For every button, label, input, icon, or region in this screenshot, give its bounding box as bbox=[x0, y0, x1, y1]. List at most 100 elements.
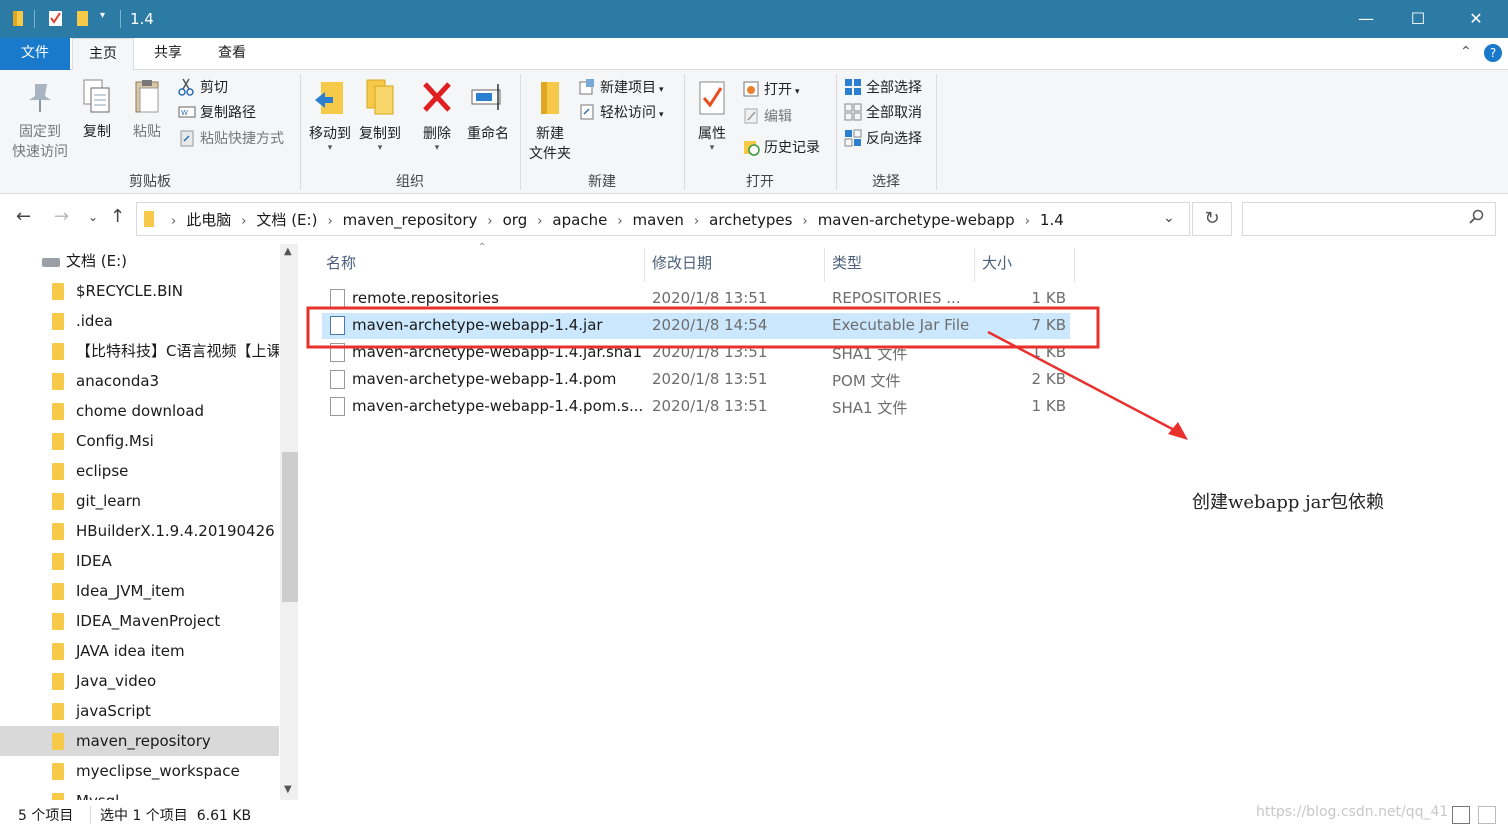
forward-arrow-icon[interactable]: → bbox=[54, 206, 69, 227]
new-item-button[interactable]: 新建项目 ▾ bbox=[578, 76, 664, 100]
nav-tree-item[interactable]: myeclipse_workspace bbox=[0, 756, 279, 786]
paste-button[interactable]: 粘贴 bbox=[126, 78, 168, 142]
nav-tree-item[interactable]: javaScript bbox=[0, 696, 279, 726]
address-bar[interactable]: › 此电脑 › 文档 (E:) › maven_repository › org › apache… bbox=[136, 202, 1190, 236]
history-button[interactable]: 历史记录 bbox=[742, 136, 820, 160]
nav-tree-item-label: Config.Msi bbox=[76, 432, 154, 450]
paste-shortcut-button[interactable]: 粘贴快捷方式 bbox=[178, 127, 284, 151]
nav-tree-item[interactable]: 【比特科技】C语言视频【上课 bbox=[0, 336, 279, 366]
select-none-button[interactable]: 全部取消 bbox=[844, 101, 922, 125]
breadcrumb-maven[interactable]: maven bbox=[633, 211, 684, 229]
nav-tree-item[interactable]: $RECYCLE.BIN bbox=[0, 276, 279, 306]
folder-icon bbox=[52, 733, 64, 750]
copy-to-button[interactable]: 复制到 ▾ bbox=[356, 78, 404, 153]
breadcrumb-1-4[interactable]: 1.4 bbox=[1040, 211, 1064, 229]
nav-tree-item[interactable]: chome download bbox=[0, 396, 279, 426]
nav-tree-item[interactable]: git_learn bbox=[0, 486, 279, 516]
breadcrumb-maven-repository[interactable]: maven_repository bbox=[343, 211, 478, 229]
nav-tree-item[interactable]: JAVA idea item bbox=[0, 636, 279, 666]
cut-button[interactable]: 剪切 bbox=[178, 76, 228, 100]
breadcrumb-this-pc[interactable]: 此电脑 bbox=[186, 211, 231, 229]
pin-label-2: 快速访问 bbox=[12, 144, 68, 160]
folder-icon bbox=[52, 433, 64, 450]
move-to-button[interactable]: 移动到 ▾ bbox=[306, 78, 354, 153]
nav-tree-item[interactable]: IDEA bbox=[0, 546, 279, 576]
ribbon: 固定到 快速访问 复制 粘贴 剪切 W 复制路径 粘贴快捷方式 剪贴板 移动到 ▾… bbox=[0, 70, 1508, 194]
folder-icon bbox=[52, 463, 64, 480]
nav-tree-item[interactable]: Mysql bbox=[0, 786, 279, 800]
delete-button[interactable]: 删除 ▾ bbox=[416, 78, 458, 153]
help-icon[interactable]: ? bbox=[1484, 44, 1502, 62]
rename-button[interactable]: 重命名 bbox=[462, 78, 514, 144]
divider bbox=[120, 10, 121, 28]
annotation-arrowhead bbox=[1168, 422, 1188, 440]
refresh-button[interactable]: ↻ bbox=[1192, 202, 1232, 236]
breadcrumb-org[interactable]: org bbox=[503, 211, 528, 229]
breadcrumb-separator: › bbox=[241, 214, 247, 229]
close-button[interactable]: ✕ bbox=[1450, 0, 1502, 38]
customize-quick-access-icon[interactable]: ▾ bbox=[100, 10, 105, 21]
nav-tree-item-label: JAVA idea item bbox=[76, 642, 185, 660]
nav-drive-e[interactable]: 文档 (E:) bbox=[0, 246, 279, 276]
new-folder-quick-icon[interactable] bbox=[76, 9, 92, 27]
copy-button[interactable]: 复制 bbox=[76, 78, 118, 142]
edit-icon bbox=[742, 107, 760, 125]
nav-tree-item-label: anaconda3 bbox=[76, 372, 160, 390]
edit-button[interactable]: 编辑 bbox=[742, 105, 792, 129]
invert-selection-button[interactable]: 反向选择 bbox=[844, 127, 922, 151]
nav-tree-item[interactable]: anaconda3 bbox=[0, 366, 279, 396]
nav-tree-item[interactable]: IDEA_MavenProject bbox=[0, 606, 279, 636]
nav-tree-item[interactable]: HBuilderX.1.9.4.20190426 bbox=[0, 516, 279, 546]
properties-quick-icon[interactable] bbox=[48, 9, 64, 27]
folder-icon bbox=[52, 763, 64, 780]
nav-tree-item-label: IDEA_MavenProject bbox=[76, 612, 221, 630]
up-arrow-icon[interactable]: ↑ bbox=[110, 206, 125, 227]
address-dropdown-chevron-icon[interactable]: ⌄ bbox=[1163, 210, 1175, 226]
breadcrumb-apache[interactable]: apache bbox=[552, 211, 607, 229]
tab-share[interactable]: 共享 bbox=[138, 38, 198, 70]
tab-file[interactable]: 文件 bbox=[0, 38, 70, 70]
nav-tree-item[interactable]: .idea bbox=[0, 306, 279, 336]
nav-tree-item[interactable]: Idea_JVM_item bbox=[0, 576, 279, 606]
scroll-down-arrow-icon[interactable]: ▼ bbox=[284, 784, 292, 795]
invert-selection-label: 反向选择 bbox=[866, 131, 922, 147]
pin-icon bbox=[29, 84, 51, 112]
breadcrumb-maven-archetype-webapp[interactable]: maven-archetype-webapp bbox=[818, 211, 1015, 229]
group-divider bbox=[936, 74, 937, 190]
nav-tree-item-label: chome download bbox=[76, 402, 205, 420]
nav-tree-item[interactable]: Config.Msi bbox=[0, 426, 279, 456]
nav-tree-item[interactable]: maven_repository bbox=[0, 726, 279, 756]
recent-locations-chevron-icon[interactable]: ⌄ bbox=[88, 210, 98, 224]
breadcrumb-drive[interactable]: 文档 (E:) bbox=[256, 211, 317, 229]
tab-home[interactable]: 主页 bbox=[72, 38, 134, 71]
scrollbar-thumb[interactable] bbox=[282, 452, 298, 602]
folder-icon bbox=[52, 373, 64, 390]
collapse-ribbon-icon[interactable]: ⌃ bbox=[1460, 44, 1472, 60]
search-input[interactable] bbox=[1242, 202, 1496, 236]
properties-button[interactable]: 属性 ▾ bbox=[690, 78, 734, 153]
new-folder-button[interactable]: 新建 文件夹 bbox=[524, 78, 576, 164]
scroll-up-arrow-icon[interactable]: ▲ bbox=[284, 246, 292, 257]
breadcrumb-archetypes[interactable]: archetypes bbox=[709, 211, 792, 229]
history-label: 历史记录 bbox=[764, 140, 820, 156]
minimize-button[interactable]: — bbox=[1340, 0, 1392, 38]
properties-label: 属性 bbox=[698, 126, 726, 142]
open-button[interactable]: 打开 ▾ bbox=[742, 78, 800, 102]
folder-icon bbox=[52, 493, 64, 510]
invert-selection-icon bbox=[844, 129, 862, 147]
maximize-button[interactable]: ☐ bbox=[1392, 0, 1444, 38]
nav-tree-item[interactable]: eclipse bbox=[0, 456, 279, 486]
refresh-icon: ↻ bbox=[1204, 208, 1220, 229]
copy-path-button[interactable]: W 复制路径 bbox=[178, 101, 256, 125]
copy-icon bbox=[83, 79, 110, 113]
breadcrumb-separator: › bbox=[327, 214, 333, 229]
back-arrow-icon[interactable]: ← bbox=[16, 206, 31, 227]
details-view-icon[interactable] bbox=[1452, 806, 1470, 824]
pin-quick-access-button[interactable]: 固定到 快速访问 bbox=[8, 78, 72, 162]
select-all-button[interactable]: 全部选择 bbox=[844, 76, 922, 100]
easy-access-button[interactable]: 轻松访问 ▾ bbox=[578, 101, 664, 125]
tab-view[interactable]: 查看 bbox=[202, 38, 262, 70]
nav-tree-item-label: HBuilderX.1.9.4.20190426 bbox=[76, 522, 275, 540]
large-icons-view-icon[interactable] bbox=[1478, 806, 1496, 824]
nav-tree-item[interactable]: Java_video bbox=[0, 666, 279, 696]
